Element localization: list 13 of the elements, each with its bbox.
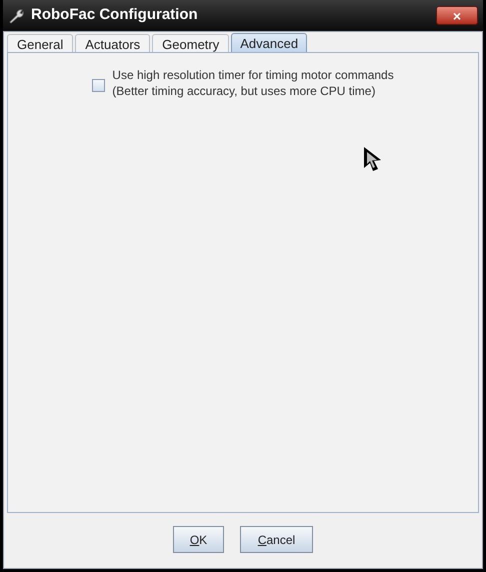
tab[interactable]: Actuators: [75, 34, 150, 52]
tab[interactable]: Geometry: [152, 34, 230, 52]
option-label: Use high resolution timer for timing motor commands: [112, 67, 394, 83]
wrench-icon: [7, 6, 25, 24]
dialog-button[interactable]: Cancel: [240, 526, 313, 553]
option-note: (Better timing accuracy, but uses more CPU time): [112, 83, 376, 99]
window-title: RoboFac Configuration: [31, 5, 199, 26]
dialog-button[interactable]: OK: [173, 526, 224, 553]
checkbox[interactable]: [92, 78, 106, 92]
tab[interactable]: General: [7, 34, 74, 52]
mouse-pointer-icon: [363, 146, 383, 172]
tab[interactable]: Advanced: [231, 33, 308, 52]
close-button[interactable]: ×: [436, 6, 478, 25]
